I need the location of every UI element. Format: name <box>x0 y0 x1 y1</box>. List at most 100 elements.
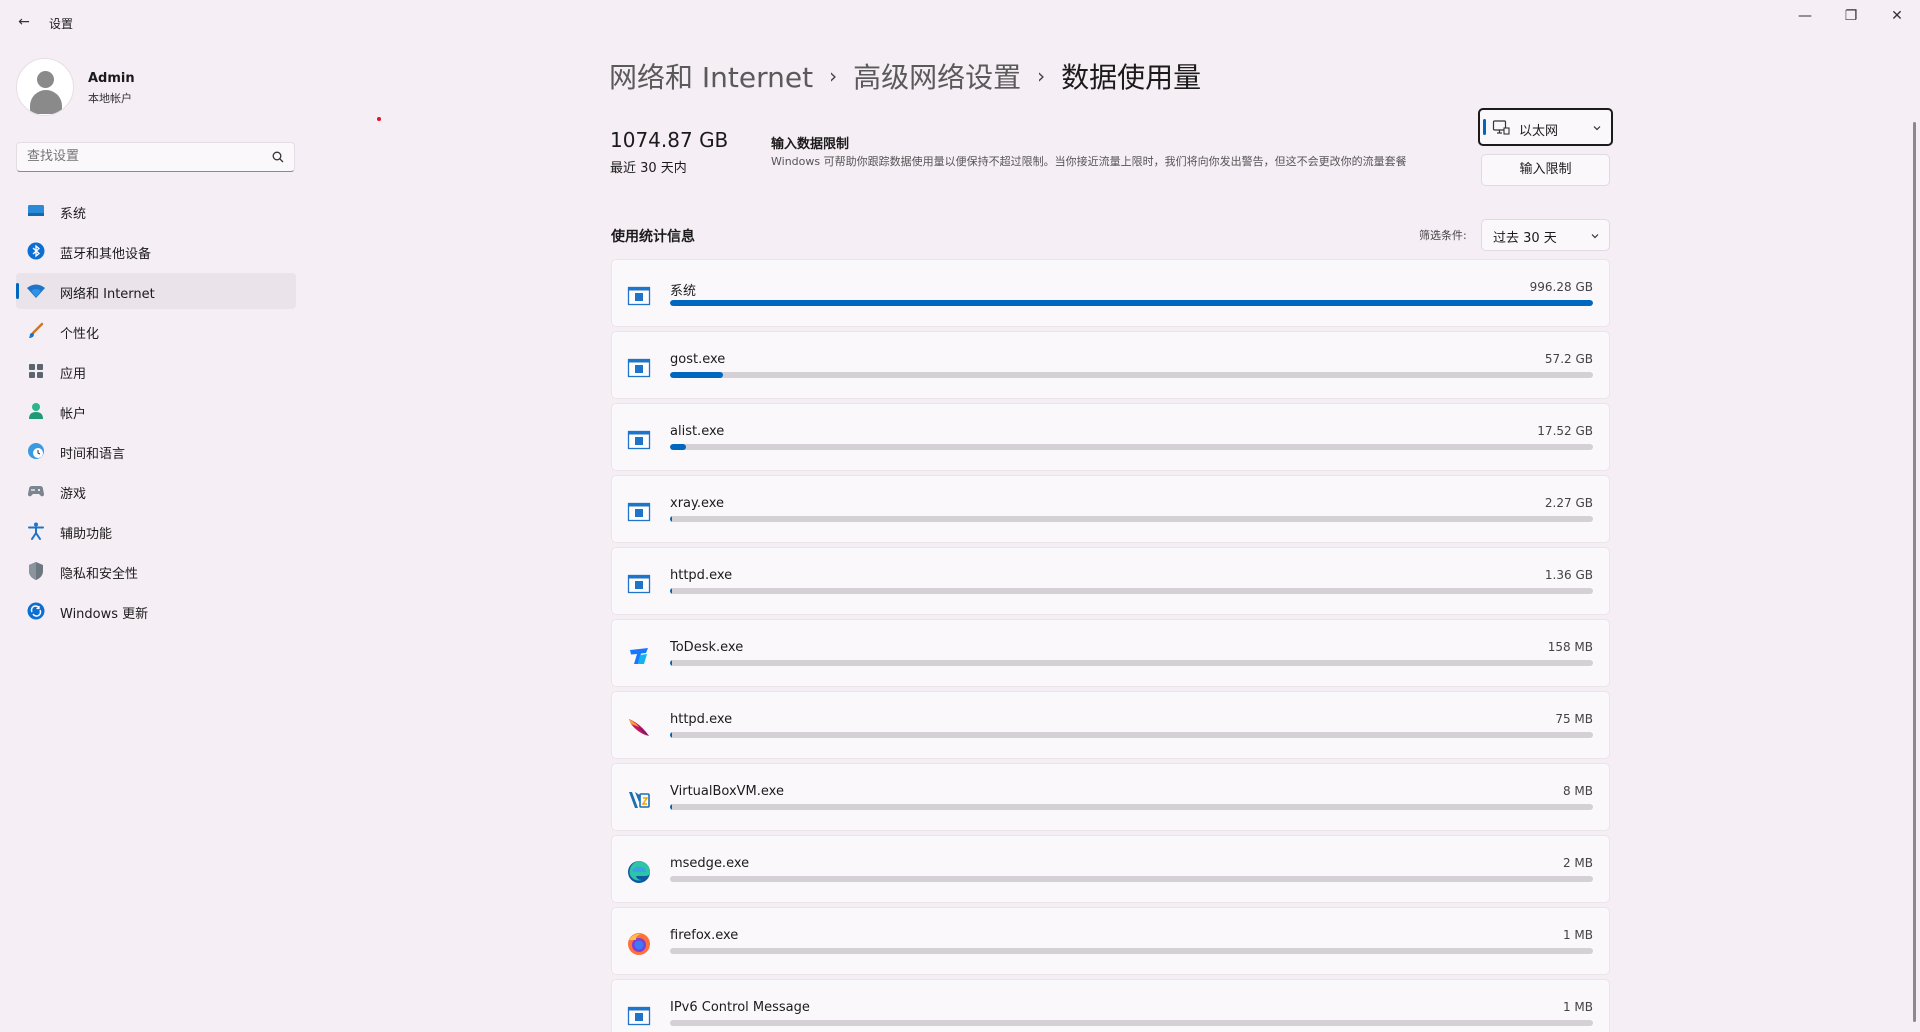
filter-dropdown[interactable]: 过去 30 天 <box>1481 219 1610 251</box>
maximize-button[interactable]: ❐ <box>1828 4 1874 28</box>
bluetooth-icon <box>27 242 45 260</box>
globe-clock-icon <box>28 443 44 459</box>
sidebar-item-personalization[interactable]: 个性化 <box>16 313 296 349</box>
scrollbar[interactable] <box>1913 122 1916 1022</box>
app-window-icon <box>627 286 651 306</box>
usage-period: 最近 30 天内 <box>610 161 687 176</box>
shield-icon <box>29 562 43 580</box>
app-usage: 17.52 GB <box>1537 424 1593 438</box>
sidebar-item-accessibility[interactable]: 辅助功能 <box>16 513 296 549</box>
data-limit-title: 输入数据限制 <box>771 137 850 152</box>
sidebar-item-privacy[interactable]: 隐私和安全性 <box>16 553 296 589</box>
breadcrumb-advanced-network[interactable]: 高级网络设置 <box>853 56 1021 96</box>
search-box[interactable] <box>16 142 295 172</box>
usage-bar-fill <box>670 372 723 378</box>
usage-bar <box>670 1020 1593 1026</box>
usage-bar-fill <box>670 516 672 522</box>
close-button[interactable]: ✕ <box>1874 4 1920 28</box>
app-window-icon <box>627 1006 651 1026</box>
list-item: firefox.exe 1 MB <box>611 907 1610 975</box>
app-name: 系统 <box>670 284 697 299</box>
firefox-icon <box>628 933 650 955</box>
page-title: 数据使用量 <box>1061 61 1202 94</box>
connection-dropdown[interactable]: 以太网 <box>1478 108 1613 146</box>
user-profile[interactable]: Admin 本地帐户 <box>16 58 276 116</box>
apache-feather-icon <box>629 719 649 736</box>
app-name: xray.exe <box>670 496 725 511</box>
list-item: alist.exe 17.52 GB <box>611 403 1610 471</box>
profile-account-type: 本地帐户 <box>88 92 132 105</box>
list-item: httpd.exe 75 MB <box>611 691 1610 759</box>
network-icon <box>27 284 45 298</box>
breadcrumb-separator: › <box>1037 64 1046 88</box>
usage-bar-fill <box>670 444 687 450</box>
sidebar-item-label: 时间和语言 <box>60 447 126 462</box>
search-icon[interactable] <box>272 151 284 163</box>
usage-bar <box>670 732 1593 738</box>
app-name: VirtualBoxVM.exe <box>670 784 784 799</box>
sidebar-item-label: 辅助功能 <box>60 527 113 542</box>
app-window-icon <box>627 358 651 378</box>
sidebar-item-accounts[interactable]: 帐户 <box>16 393 296 429</box>
usage-bar-fill <box>670 300 1593 306</box>
accessibility-icon <box>28 522 44 540</box>
sidebar-item-windows-update[interactable]: Windows 更新 <box>16 593 296 629</box>
breadcrumb-network[interactable]: 网络和 Internet <box>609 56 813 96</box>
enter-limit-button[interactable]: 输入限制 <box>1481 154 1610 186</box>
sidebar-item-network[interactable]: 网络和 Internet <box>16 273 296 309</box>
sidebar-nav: 系统 蓝牙和其他设备 网络和 Internet 个性化 应用 帐户 时间和语言 … <box>16 193 296 633</box>
usage-bar <box>670 876 1593 882</box>
list-item: ToDesk.exe 158 MB <box>611 619 1610 687</box>
sidebar-item-apps[interactable]: 应用 <box>16 353 296 389</box>
ethernet-icon <box>1492 120 1510 135</box>
usage-bar-fill <box>670 588 672 594</box>
app-name: IPv6 Control Message <box>670 1000 810 1015</box>
list-item: VirtualBoxVM.exe 8 MB <box>611 763 1610 831</box>
title-bar: ← 设置 — ❐ ✕ <box>0 0 1920 46</box>
sidebar-item-gaming[interactable]: 游戏 <box>16 473 296 509</box>
app-usage: 1 MB <box>1562 928 1593 942</box>
usage-bar <box>670 516 1593 522</box>
usage-bar-fill <box>670 732 672 738</box>
app-usage: 75 MB <box>1555 712 1593 726</box>
app-name: ToDesk.exe <box>670 640 744 655</box>
virtualbox-icon <box>629 792 650 808</box>
filter-value: 过去 30 天 <box>1493 231 1557 246</box>
app-usage: 1.36 GB <box>1544 568 1593 582</box>
usage-bar <box>670 948 1593 954</box>
filter-label: 筛选条件: <box>1419 229 1467 242</box>
account-icon <box>29 403 43 419</box>
sidebar-item-label: 应用 <box>60 367 87 382</box>
sidebar-item-label: Windows 更新 <box>60 607 149 622</box>
minimize-button[interactable]: — <box>1782 4 1828 28</box>
app-name: httpd.exe <box>670 712 733 727</box>
app-usage: 2 MB <box>1562 856 1593 870</box>
sidebar-item-label: 游戏 <box>60 487 87 502</box>
avatar <box>16 58 74 116</box>
list-item: xray.exe 2.27 GB <box>611 475 1610 543</box>
app-name: msedge.exe <box>670 856 750 871</box>
sidebar-item-bluetooth[interactable]: 蓝牙和其他设备 <box>16 233 296 269</box>
app-usage: 1 MB <box>1562 1000 1593 1014</box>
usage-bar <box>670 300 1593 306</box>
usage-stats-title: 使用统计信息 <box>611 229 695 245</box>
usage-bar <box>670 804 1593 810</box>
cursor-dot <box>377 117 381 121</box>
total-usage: 1074.87 GB <box>610 128 729 152</box>
profile-name: Admin <box>88 71 135 86</box>
data-limit-description: Windows 可帮助你跟踪数据使用量以便保持不超过限制。当你接近流量上限时，我… <box>771 155 1407 168</box>
app-usage: 8 MB <box>1562 784 1593 798</box>
app-title: 设置 <box>49 17 74 31</box>
search-input[interactable] <box>27 149 247 164</box>
breadcrumb: 网络和 Internet › 高级网络设置 › 数据使用量 <box>609 54 1201 98</box>
back-button[interactable]: ← <box>12 10 36 34</box>
sidebar-item-system[interactable]: 系统 <box>16 193 296 229</box>
breadcrumb-separator: › <box>829 64 838 88</box>
todesk-icon <box>630 648 648 664</box>
list-item: IPv6 Control Message 1 MB <box>611 979 1610 1032</box>
app-name: firefox.exe <box>670 928 739 943</box>
app-usage-list: 系统 996.28 GB gost.exe 57.2 GB alist.exe … <box>611 259 1610 1032</box>
sidebar-item-time-language[interactable]: 时间和语言 <box>16 433 296 469</box>
app-usage: 57.2 GB <box>1544 352 1593 366</box>
chevron-down-icon <box>1593 126 1601 131</box>
